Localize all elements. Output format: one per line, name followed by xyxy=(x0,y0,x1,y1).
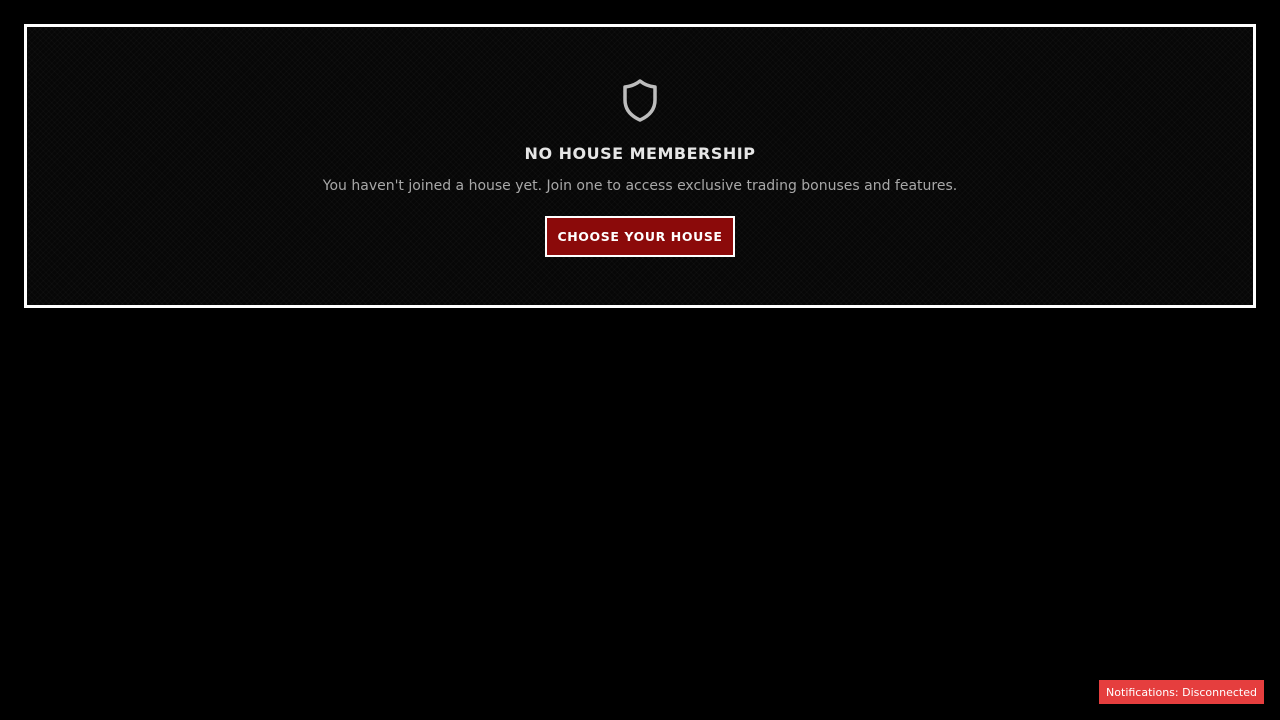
shield-icon xyxy=(623,79,657,122)
membership-description: You haven't joined a house yet. Join one… xyxy=(322,178,958,194)
membership-title: NO HOUSE MEMBERSHIP xyxy=(524,144,756,163)
notification-status-badge: Notifications: Disconnected xyxy=(1099,680,1264,704)
no-house-membership-card: NO HOUSE MEMBERSHIP You haven't joined a… xyxy=(24,24,1256,308)
choose-house-button[interactable]: CHOOSE YOUR HOUSE xyxy=(545,216,735,257)
